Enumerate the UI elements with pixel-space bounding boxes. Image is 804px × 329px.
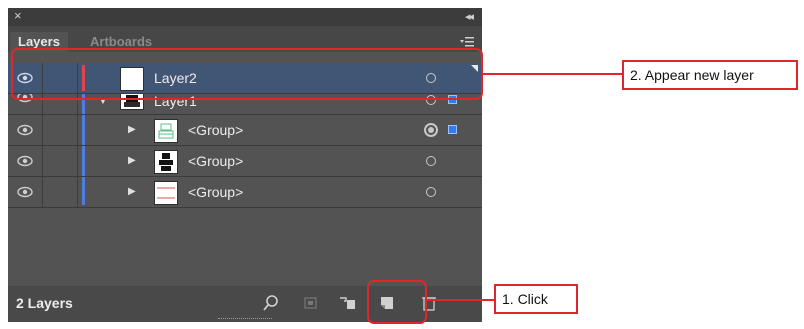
group-thumbnail bbox=[154, 181, 178, 205]
callout-connector-line bbox=[427, 299, 495, 301]
layer-color-bar bbox=[82, 115, 85, 145]
new-layer-highlight-frame bbox=[11, 48, 483, 100]
selection-square-icon[interactable] bbox=[448, 125, 457, 134]
expand-arrow-icon[interactable]: ▶ bbox=[128, 115, 136, 145]
create-sublayer-icon[interactable] bbox=[336, 292, 358, 314]
visibility-toggle[interactable] bbox=[8, 115, 43, 145]
group-thumbnail bbox=[154, 150, 178, 174]
layer-color-bar bbox=[82, 177, 85, 205]
lock-toggle[interactable] bbox=[43, 146, 78, 176]
lines-thumbnail-icon bbox=[157, 187, 175, 199]
visibility-toggle[interactable] bbox=[8, 146, 43, 176]
layer-name[interactable]: <Group> bbox=[188, 177, 243, 207]
target-circle-icon[interactable] bbox=[426, 187, 436, 197]
new-layer-button-highlight-frame bbox=[367, 280, 427, 324]
visibility-toggle[interactable] bbox=[8, 177, 43, 207]
collapse-icon[interactable]: ◂◂ bbox=[465, 10, 474, 24]
layer-row-group[interactable]: ▶ <Group> bbox=[8, 115, 482, 146]
resize-grip[interactable] bbox=[218, 318, 272, 322]
click-callout: 1. Click bbox=[494, 284, 578, 314]
group-thumbnail bbox=[154, 119, 178, 143]
layer-count-label: 2 Layers bbox=[16, 295, 73, 311]
lock-toggle[interactable] bbox=[43, 177, 78, 207]
eye-icon bbox=[17, 186, 33, 198]
appear-new-layer-callout: 2. Appear new layer bbox=[622, 60, 798, 90]
layer-name[interactable]: <Group> bbox=[188, 146, 243, 176]
search-icon[interactable] bbox=[260, 292, 282, 314]
layer-row-group[interactable]: ▶ <Group> bbox=[8, 177, 482, 208]
layer-name[interactable]: <Group> bbox=[188, 115, 243, 145]
layer-color-bar bbox=[82, 146, 85, 176]
layer-row-group[interactable]: ▶ <Group> bbox=[8, 146, 482, 177]
clipping-mask-icon[interactable] bbox=[300, 292, 322, 314]
lock-toggle[interactable] bbox=[43, 115, 78, 145]
callout-connector-line bbox=[483, 73, 622, 75]
eye-icon bbox=[17, 155, 33, 167]
expand-arrow-icon[interactable]: ▶ bbox=[128, 177, 136, 207]
expand-arrow-icon[interactable]: ▶ bbox=[128, 146, 136, 176]
target-circle-icon[interactable] bbox=[426, 156, 436, 166]
panel-titlebar: × ◂◂ bbox=[8, 8, 482, 26]
panel-menu-icon[interactable] bbox=[460, 36, 474, 48]
robot-outline-icon bbox=[158, 123, 174, 139]
close-icon[interactable]: × bbox=[14, 9, 22, 23]
robot-solid-icon bbox=[159, 153, 173, 171]
eye-icon bbox=[17, 124, 33, 136]
target-circle-filled-icon[interactable] bbox=[424, 123, 438, 137]
